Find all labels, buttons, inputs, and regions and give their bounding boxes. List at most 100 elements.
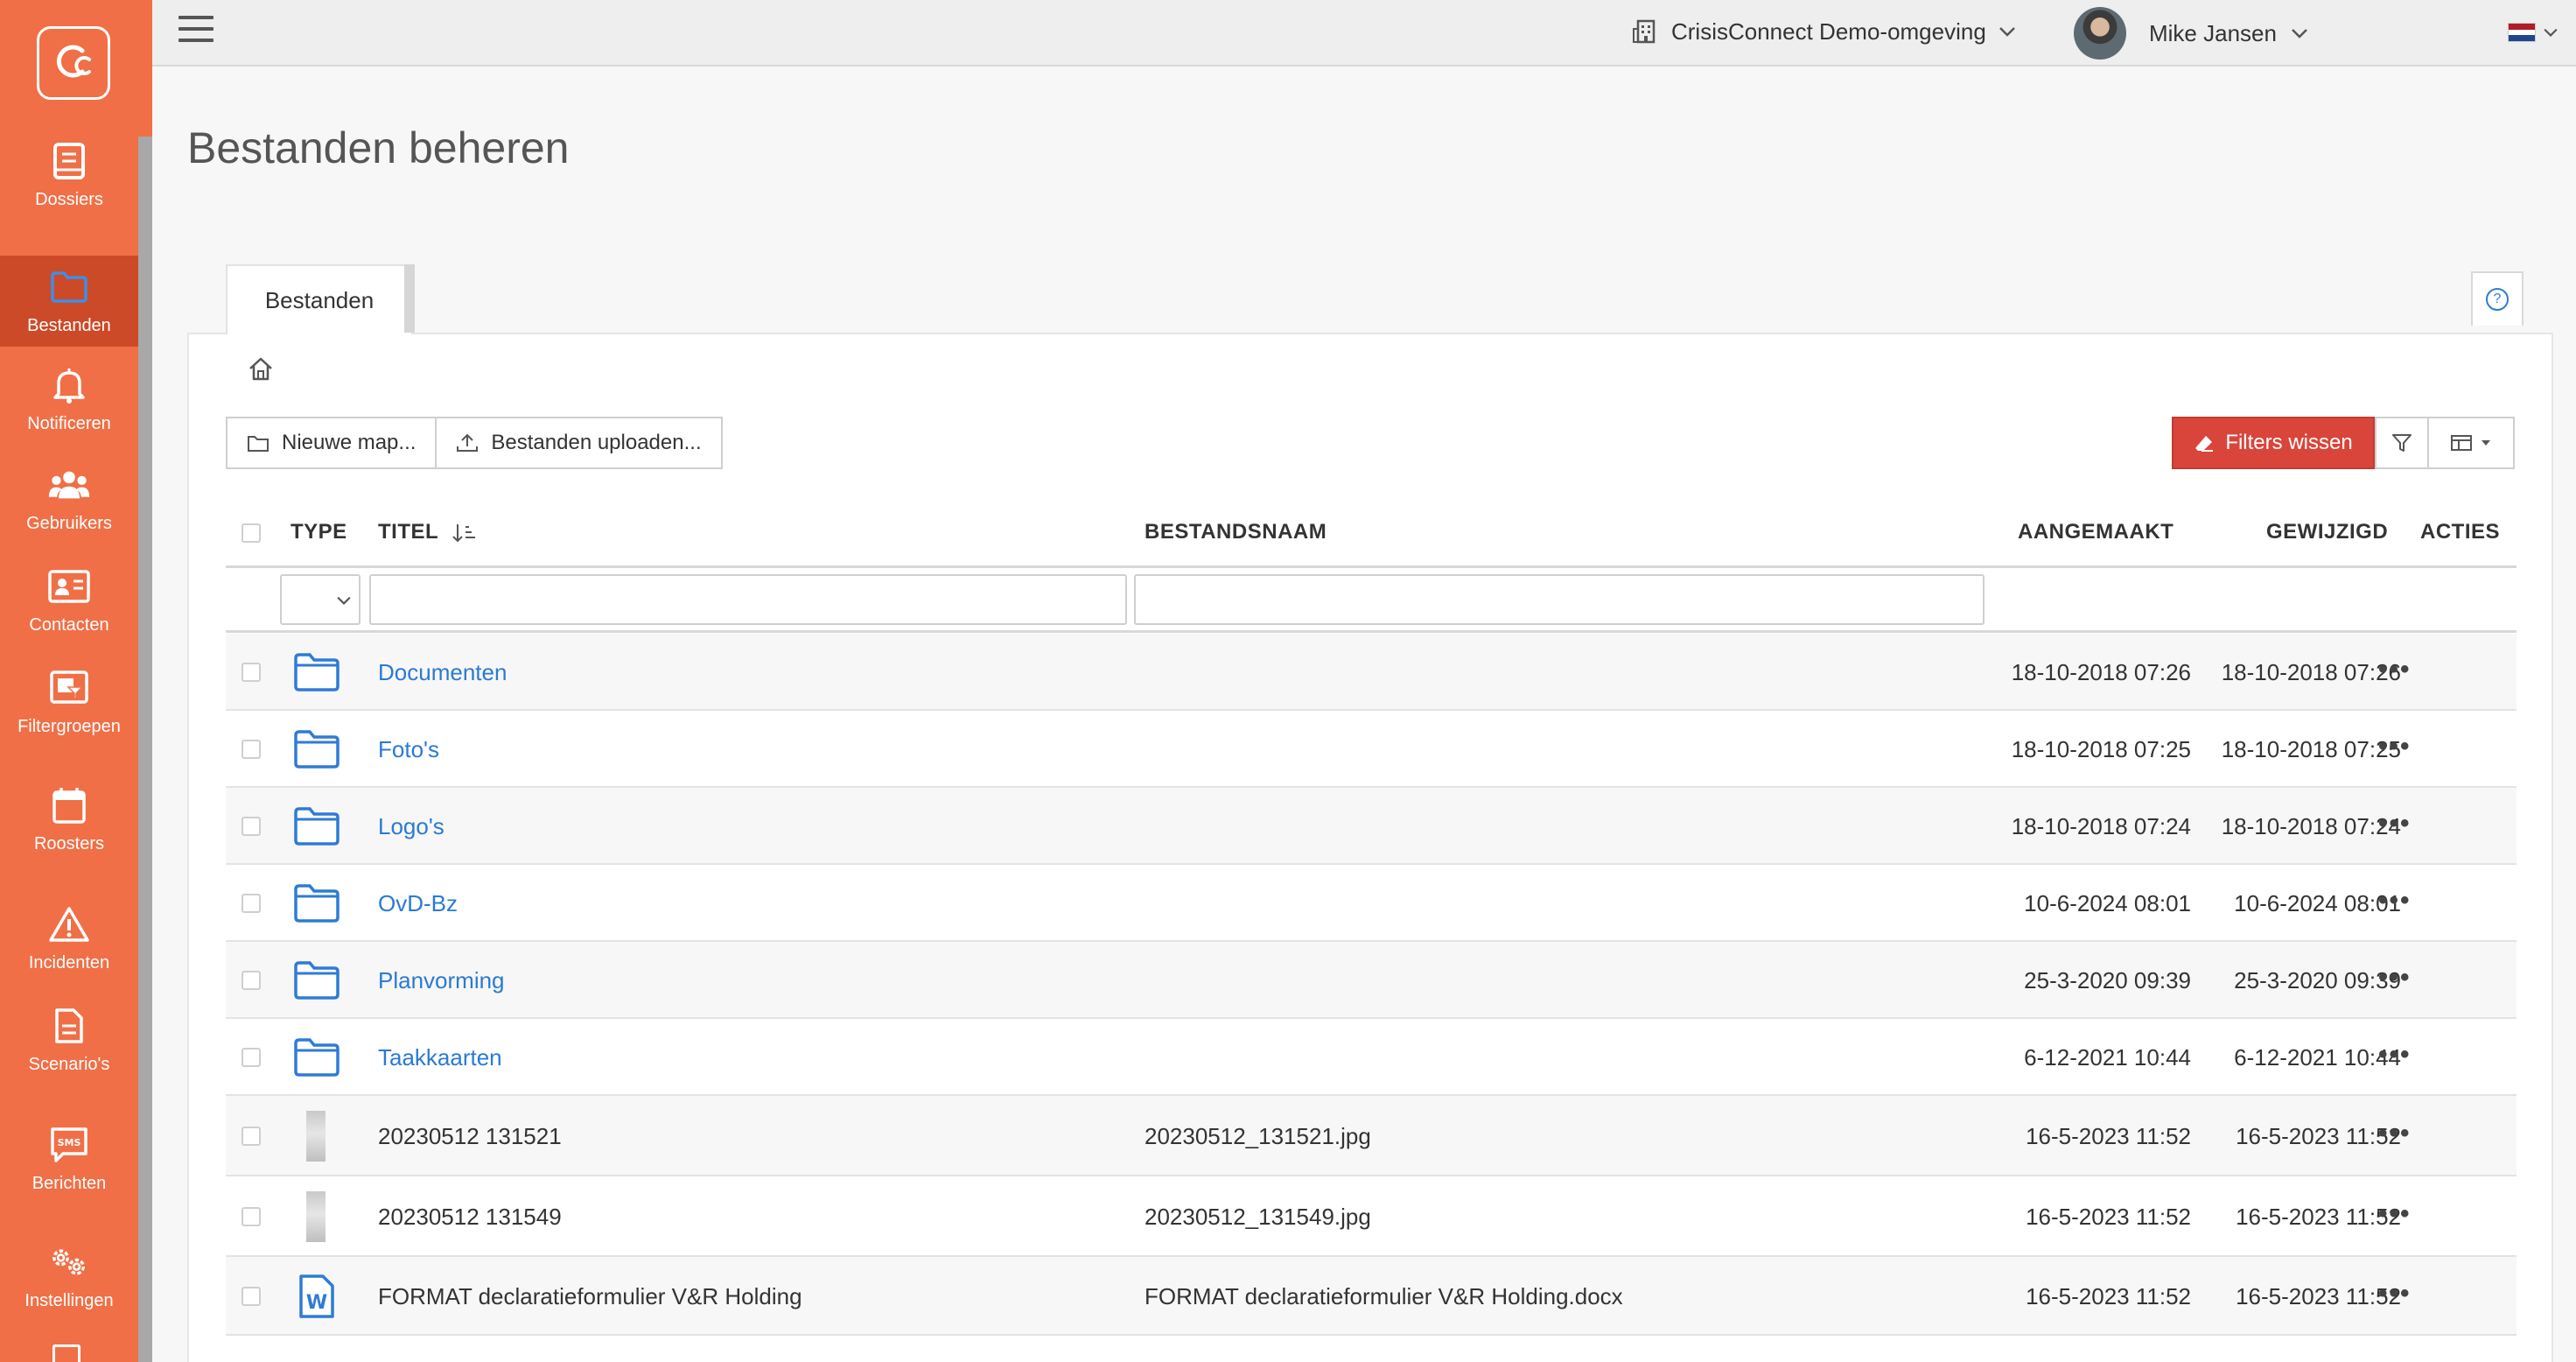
sidebar-item-scenarios[interactable]: Scenario's: [0, 994, 138, 1085]
row-checkbox[interactable]: [242, 817, 261, 836]
row-actions-button[interactable]: •••: [2378, 1199, 2412, 1229]
table-row[interactable]: OvD-Bz 10-6-2024 08:01 10-6-2024 08:01 •••: [226, 865, 2516, 942]
column-header-created[interactable]: AANGEMAAKT: [2018, 520, 2174, 544]
language-selector[interactable]: [2508, 18, 2558, 47]
column-header-title[interactable]: TITEL: [378, 520, 478, 544]
modified-date: 16-5-2023 11:52: [2236, 1123, 2401, 1149]
warning-icon: [48, 903, 90, 945]
row-actions-button[interactable]: •••: [2378, 1040, 2412, 1070]
hamburger-menu-icon[interactable]: [178, 16, 214, 47]
table-row[interactable]: Foto's 18-10-2018 07:25 18-10-2018 07:25 ••…: [226, 711, 2516, 788]
row-actions-button[interactable]: •••: [2378, 732, 2412, 762]
svg-text:W: W: [306, 1292, 327, 1314]
sidebar-scrollbar[interactable]: [138, 137, 152, 1362]
sidebar-item-label: Notificeren: [27, 414, 111, 433]
filter-toggle-button[interactable]: [2375, 417, 2429, 469]
file-title[interactable]: Logo's: [378, 813, 444, 840]
row-checkbox[interactable]: [242, 971, 261, 990]
sidebar-item-roosters[interactable]: Roosters: [0, 774, 138, 865]
row-checkbox[interactable]: [242, 1287, 261, 1306]
created-date: 18-10-2018 07:24: [2011, 813, 2191, 839]
columns-toggle-button[interactable]: [2429, 417, 2515, 469]
row-actions-button[interactable]: •••: [2378, 886, 2412, 916]
row-actions-button[interactable]: •••: [2378, 1119, 2412, 1148]
title-filter-input[interactable]: [369, 574, 1127, 625]
file-title[interactable]: OvD-Bz: [378, 890, 458, 917]
user-menu[interactable]: Mike Jansen: [2074, 7, 2308, 60]
sidebar-item-berichten[interactable]: SMS Berichten: [0, 1113, 138, 1204]
table-row[interactable]: Logo's 18-10-2018 07:24 18-10-2018 07:24 ••…: [226, 788, 2516, 865]
column-header-title-label: TITEL: [378, 520, 438, 544]
created-date: 25-3-2020 09:39: [2024, 967, 2191, 993]
folder-icon: [292, 728, 341, 775]
select-all-checkbox[interactable]: [242, 523, 261, 543]
help-button[interactable]: ?: [2471, 271, 2524, 326]
filter-group-icon: [48, 667, 90, 709]
folder-icon: [292, 959, 341, 1006]
row-checkbox[interactable]: [242, 740, 261, 759]
file-title[interactable]: Documenten: [378, 659, 507, 686]
file-title[interactable]: Taakkaarten: [378, 1044, 502, 1071]
folder-icon: [48, 266, 90, 308]
environment-name: CrisisConnect Demo-omgeving: [1671, 18, 1986, 45]
sidebar-item-label: Gebruikers: [26, 514, 112, 533]
sidebar-item-dossiers[interactable]: Dossiers: [0, 130, 138, 221]
table-row[interactable]: Planvorming 25-3-2020 09:39 25-3-2020 09:3…: [226, 942, 2516, 1019]
clear-filters-button[interactable]: Filters wissen: [2172, 417, 2375, 469]
environment-selector[interactable]: CrisisConnect Demo-omgeving: [1633, 14, 2016, 49]
row-actions-button[interactable]: •••: [2378, 963, 2412, 993]
row-checkbox[interactable]: [242, 1127, 261, 1146]
sidebar-item-filtergroepen[interactable]: Filtergroepen: [0, 656, 138, 748]
clear-filters-label: Filters wissen: [2225, 431, 2353, 454]
column-header-type[interactable]: TYPE: [290, 520, 347, 544]
sidebar-more-icon: [52, 1344, 80, 1362]
new-folder-label: Nieuwe map...: [282, 431, 416, 454]
sidebar-item-incidenten[interactable]: Incidenten: [0, 893, 138, 984]
sidebar-item-contacten[interactable]: Contacten: [0, 555, 138, 646]
table-row[interactable]: Taakkaarten 6-12-2021 10:44 6-12-2021 10:4…: [226, 1019, 2516, 1096]
sidebar-item-gebruikers[interactable]: Gebruikers: [0, 453, 138, 544]
new-folder-button[interactable]: Nieuwe map...: [228, 418, 436, 467]
chevron-down-icon: [2292, 29, 2307, 39]
tab-shadow: [404, 264, 415, 333]
sidebar-item-bestanden[interactable]: Bestanden: [0, 256, 138, 347]
created-date: 16-5-2023 11:52: [2026, 1283, 2191, 1309]
upload-files-button[interactable]: Bestanden uploaden...: [435, 418, 721, 467]
row-checkbox[interactable]: [242, 894, 261, 913]
row-actions-button[interactable]: •••: [2378, 1279, 2412, 1309]
home-icon[interactable]: [247, 355, 275, 383]
crisisconnect-logo[interactable]: [37, 26, 110, 100]
question-icon: ?: [2486, 288, 2509, 311]
sidebar-item-notificeren[interactable]: Notificeren: [0, 354, 138, 445]
type-filter-select[interactable]: [280, 574, 360, 625]
created-date: 16-5-2023 11:52: [2026, 1204, 2191, 1230]
filename-filter-input[interactable]: [1134, 574, 1984, 625]
file-title[interactable]: Planvorming: [378, 967, 505, 994]
sidebar-item-label: Instellingen: [24, 1291, 114, 1310]
sidebar-item-label: Contacten: [29, 615, 109, 635]
file-name: 20230512_131549.jpg: [1144, 1204, 1371, 1230]
row-checkbox[interactable]: [242, 663, 261, 682]
sidebar-item-instellingen[interactable]: Instellingen: [0, 1231, 138, 1322]
modified-date: 25-3-2020 09:39: [2234, 967, 2401, 993]
table-row[interactable]: Documenten 18-10-2018 07:26 18-10-2018 07:…: [226, 634, 2516, 711]
tab-bestanden[interactable]: Bestanden: [226, 264, 413, 334]
created-date: 10-6-2024 08:01: [2024, 890, 2191, 916]
filter-icon: [2392, 434, 2412, 452]
column-header-filename[interactable]: BESTANDSNAAM: [1144, 520, 1326, 544]
table-row[interactable]: 20230512 131549 20230512_131549.jpg 16-5-2…: [226, 1176, 2516, 1257]
row-checkbox[interactable]: [242, 1048, 261, 1067]
file-title[interactable]: Foto's: [378, 736, 439, 763]
caret-down-icon: [2482, 440, 2490, 446]
row-actions-button[interactable]: •••: [2378, 809, 2412, 839]
created-date: 18-10-2018 07:25: [2011, 736, 2191, 762]
table-row[interactable]: W FORMAT declaratieformulier V&R Holding F…: [226, 1257, 2516, 1336]
row-actions-button[interactable]: •••: [2378, 655, 2412, 685]
document-icon: [48, 1005, 90, 1047]
modified-date: 18-10-2018 07:26: [2221, 659, 2401, 685]
column-header-modified[interactable]: GEWIJZIGD: [2266, 520, 2388, 544]
row-checkbox[interactable]: [242, 1207, 261, 1226]
sidebar-item-label: Bestanden: [27, 316, 111, 335]
table-row[interactable]: 20230512 131521 20230512_131521.jpg 16-5-2…: [226, 1096, 2516, 1176]
sidebar-item-label: Scenario's: [28, 1055, 110, 1074]
